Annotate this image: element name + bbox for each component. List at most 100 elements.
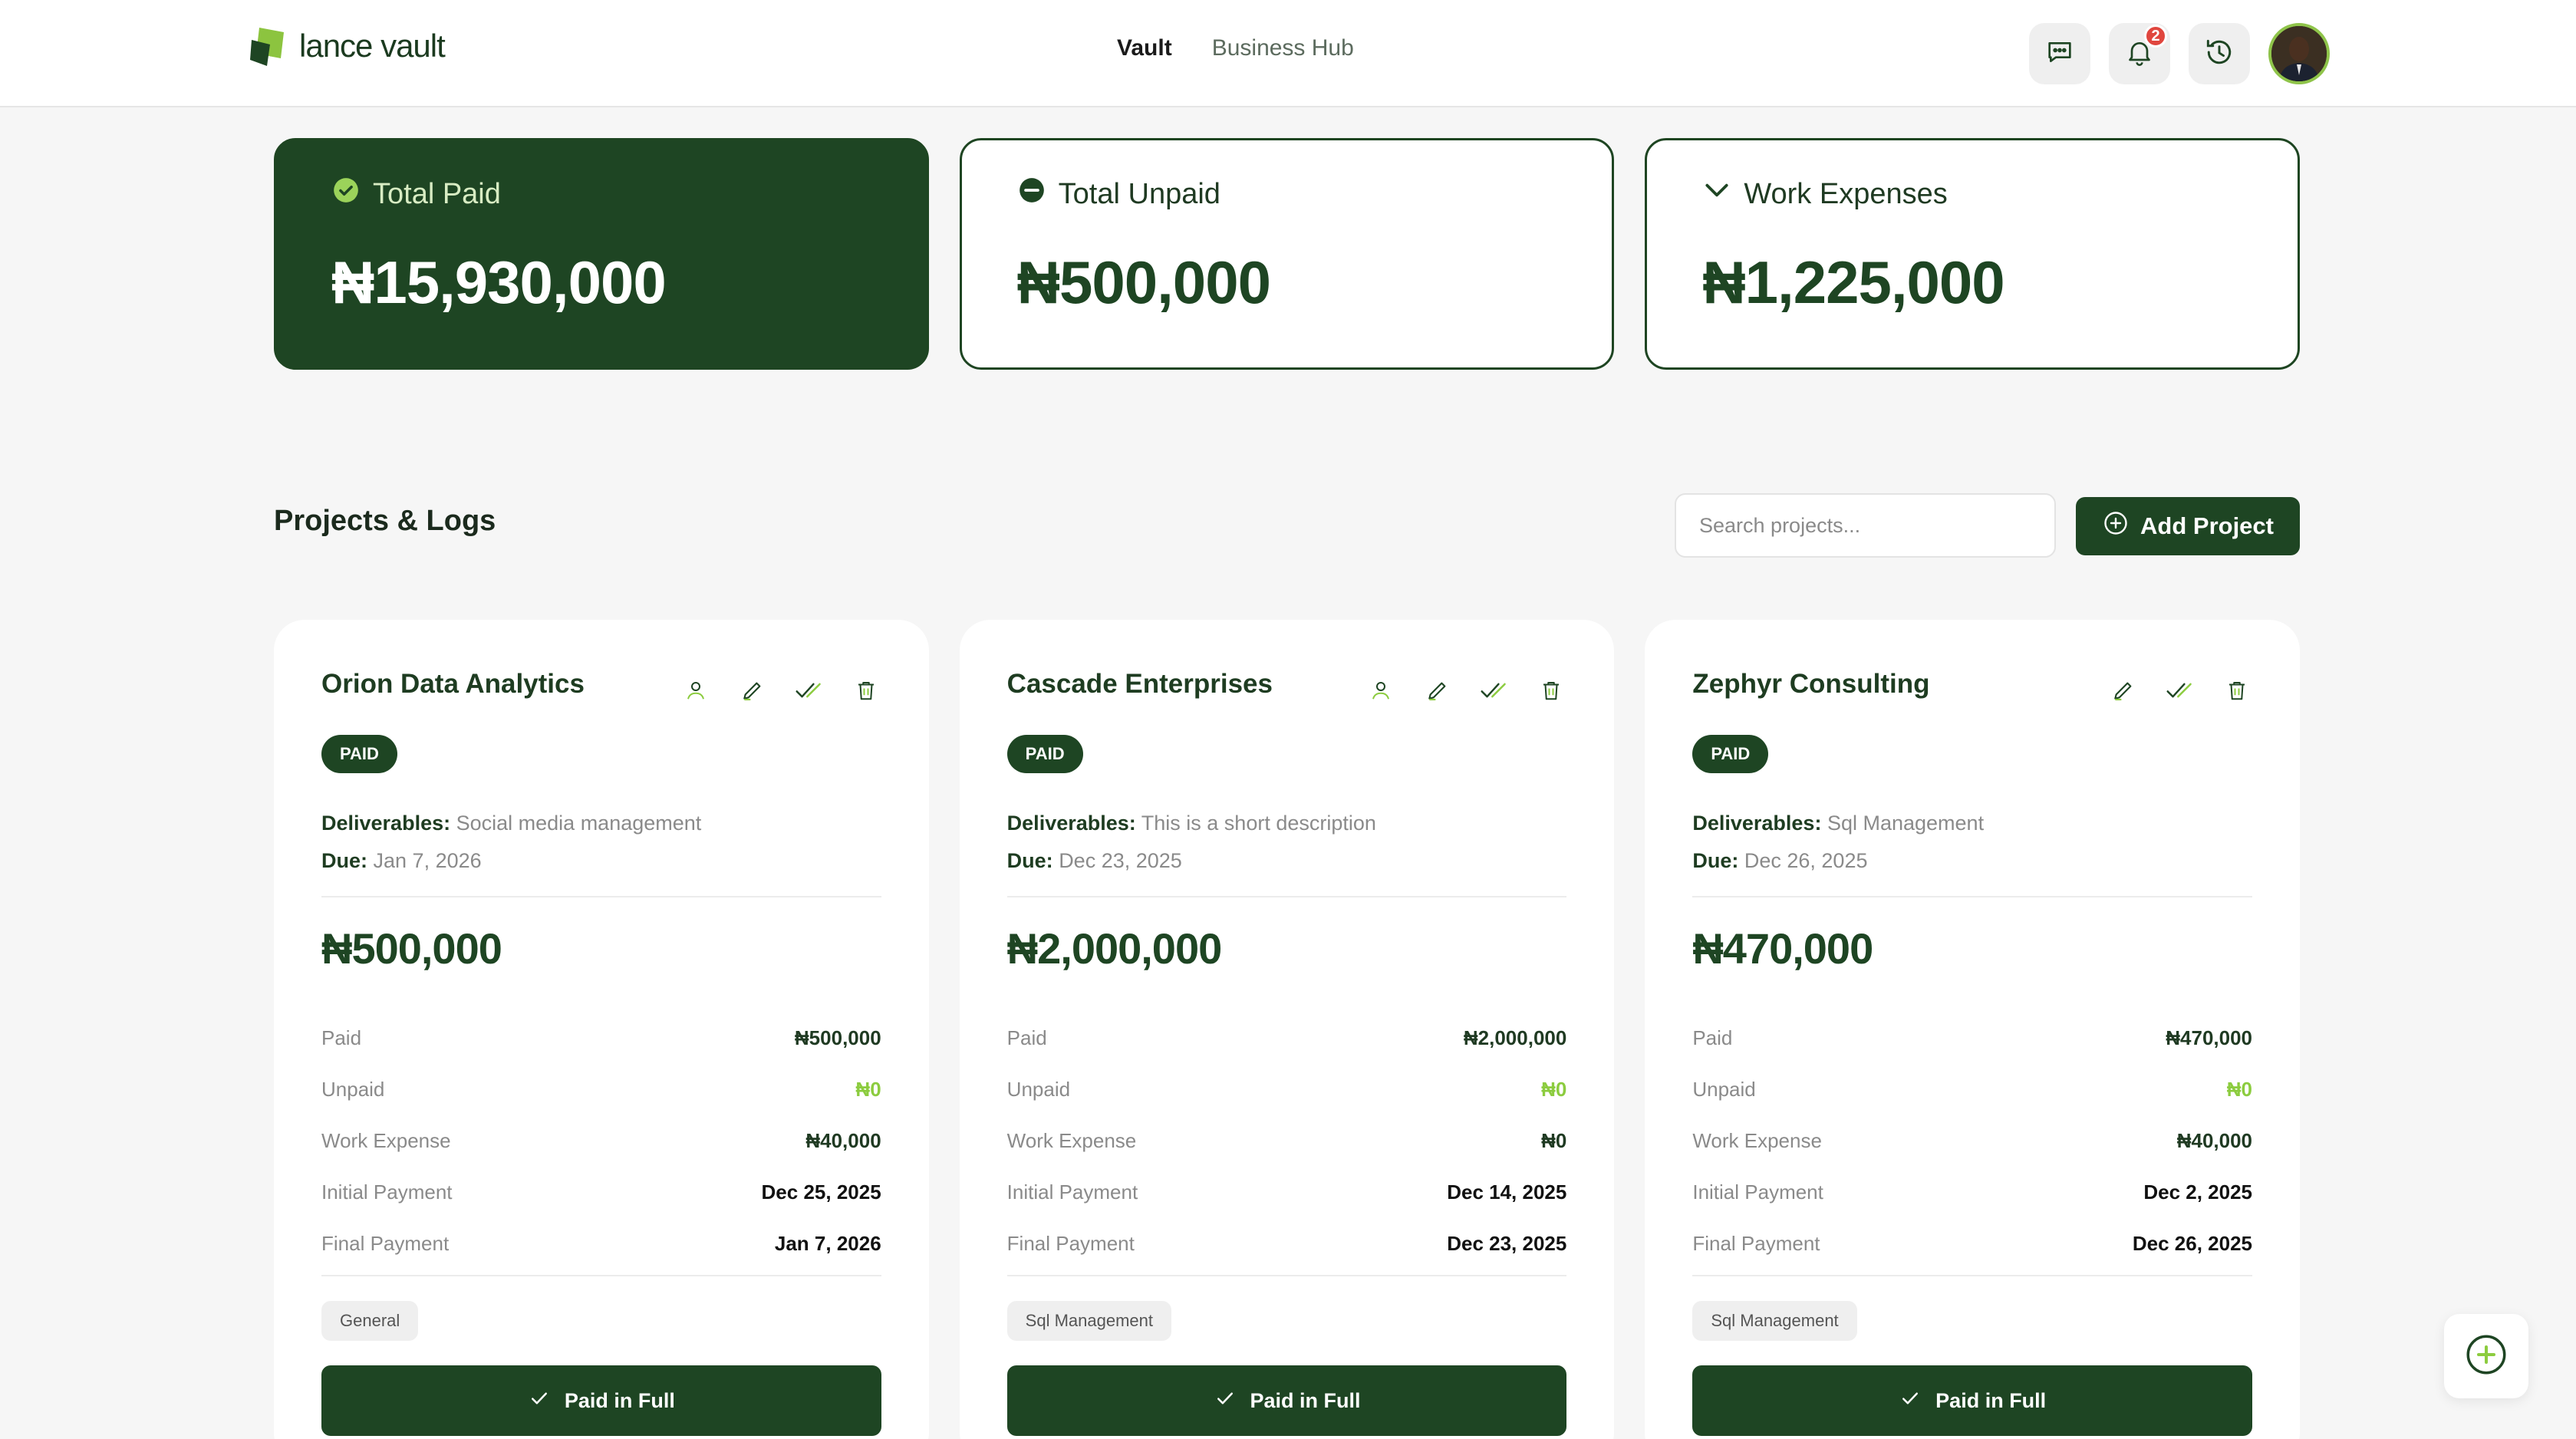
- work-expense-value: ₦0: [1541, 1129, 1567, 1152]
- unpaid-label: Unpaid: [321, 1078, 385, 1101]
- deliverables-text: Deliverables: This is a short descriptio…: [1007, 812, 1376, 835]
- project-name: Orion Data Analytics: [321, 669, 585, 699]
- final-payment-label: Final Payment: [1692, 1232, 1820, 1255]
- check-icon: [1899, 1387, 1922, 1415]
- plus-circle-icon: [2102, 509, 2130, 543]
- paid-in-full-label: Paid in Full: [1935, 1388, 2047, 1412]
- project-amount: ₦2,000,000: [1006, 924, 1223, 973]
- total-paid-label: Total Paid: [373, 177, 501, 210]
- user-avatar[interactable]: [2268, 23, 2330, 84]
- divider: [321, 1275, 881, 1276]
- client-icon[interactable]: [680, 675, 711, 706]
- messages-button[interactable]: [2029, 23, 2090, 84]
- initial-payment-value: Dec 2, 2025: [2143, 1181, 2253, 1204]
- project-actions: [680, 675, 881, 706]
- due-label: Due:: [321, 849, 367, 872]
- unpaid-value: ₦0: [2226, 1078, 2253, 1101]
- due-label: Due:: [1006, 849, 1053, 872]
- status-badge: PAID: [1692, 735, 1769, 773]
- paid-in-full-button[interactable]: Paid in Full: [1006, 1365, 1567, 1436]
- final-payment-row: Final Payment Jan 7, 2026: [321, 1218, 881, 1269]
- initial-payment-row: Initial Payment Dec 25, 2025: [321, 1167, 881, 1218]
- trash-icon[interactable]: [851, 675, 881, 706]
- minus-circle-icon: [1017, 176, 1046, 212]
- total-paid-value: ₦15,930,000: [331, 249, 667, 316]
- mark-complete-icon[interactable]: [1479, 675, 1510, 706]
- floating-add-button[interactable]: [2444, 1314, 2528, 1398]
- paid-in-full-button[interactable]: Paid in Full: [1692, 1365, 2253, 1436]
- project-card: Cascade Enterprises PAID Deliverables: T…: [959, 620, 1615, 1439]
- deliverables-value: This is a short description: [1141, 812, 1376, 835]
- add-project-button[interactable]: Add Project: [2076, 497, 2300, 555]
- work-expense-row: Work Expense ₦0: [1007, 1115, 1567, 1167]
- project-card: Orion Data Analytics PAID Deliverables: …: [274, 620, 929, 1439]
- history-button[interactable]: [2189, 23, 2250, 84]
- final-payment-row: Final Payment Dec 23, 2025: [1007, 1218, 1567, 1269]
- project-amount: ₦500,000: [321, 924, 502, 973]
- mark-complete-icon[interactable]: [794, 675, 825, 706]
- paid-label: Paid: [321, 1026, 362, 1049]
- total-unpaid-card: Total Unpaid ₦500,000: [959, 138, 1615, 370]
- chevron-down-icon: [1702, 176, 1731, 212]
- deliverables-text: Deliverables: Social media management: [321, 812, 701, 835]
- category-tag: General: [321, 1301, 419, 1341]
- total-unpaid-value: ₦500,000: [1016, 249, 1271, 316]
- due-label: Due:: [1692, 849, 1739, 872]
- trash-icon[interactable]: [1536, 675, 1566, 706]
- work-expenses-card: Work Expenses ₦1,225,000: [1645, 138, 2301, 370]
- paid-value: ₦2,000,000: [1463, 1026, 1567, 1049]
- notification-count-badge: 2: [2144, 25, 2167, 48]
- status-badge: PAID: [1006, 735, 1083, 773]
- paid-in-full-button[interactable]: Paid in Full: [321, 1365, 881, 1436]
- nav-business-hub[interactable]: Business Hub: [1212, 35, 1354, 61]
- total-paid-card: Total Paid ₦15,930,000: [274, 138, 929, 370]
- work-expense-value: ₦40,000: [805, 1129, 881, 1152]
- trash-icon[interactable]: [2222, 675, 2252, 706]
- logo[interactable]: lance vault: [249, 23, 446, 69]
- edit-icon[interactable]: [1422, 675, 1453, 706]
- summary-cards: Total Paid ₦15,930,000 Total Unpaid ₦500…: [274, 138, 2301, 370]
- project-amount: ₦470,000: [1692, 924, 1873, 973]
- edit-icon[interactable]: [2108, 675, 2139, 706]
- paid-in-full-label: Paid in Full: [564, 1388, 675, 1412]
- deliverables-label: Deliverables:: [1692, 812, 1822, 835]
- work-expense-label: Work Expense: [321, 1129, 451, 1152]
- divider: [1692, 896, 2253, 897]
- due-text: Due: Dec 26, 2025: [1692, 849, 1867, 873]
- client-icon[interactable]: [1365, 675, 1396, 706]
- unpaid-row: Unpaid ₦0: [1692, 1064, 2252, 1115]
- nav-vault[interactable]: Vault: [1117, 35, 1172, 61]
- unpaid-label: Unpaid: [1006, 1078, 1071, 1101]
- deliverables-text: Deliverables: Sql Management: [1692, 812, 1984, 835]
- due-text: Due: Jan 7, 2026: [321, 849, 482, 873]
- header-actions: 2: [2029, 23, 2330, 84]
- work-expense-label: Work Expense: [1692, 1129, 1822, 1152]
- project-name: Cascade Enterprises: [1006, 669, 1273, 699]
- edit-icon[interactable]: [737, 675, 768, 706]
- search-projects-input[interactable]: [1675, 493, 2056, 558]
- initial-payment-value: Dec 25, 2025: [761, 1181, 881, 1204]
- work-expense-value: ₦40,000: [2176, 1129, 2253, 1152]
- unpaid-value: ₦0: [1541, 1078, 1567, 1101]
- divider: [1692, 1275, 2253, 1276]
- project-cards: Orion Data Analytics PAID Deliverables: …: [274, 620, 2301, 1439]
- work-expense-row: Work Expense ₦40,000: [1692, 1115, 2252, 1167]
- divider: [321, 896, 881, 897]
- final-payment-value: Dec 23, 2025: [1447, 1232, 1567, 1255]
- initial-payment-label: Initial Payment: [1006, 1181, 1138, 1204]
- due-value: Jan 7, 2026: [373, 849, 482, 872]
- due-value: Dec 23, 2025: [1059, 849, 1182, 872]
- payment-details: Paid ₦500,000 Unpaid ₦0 Work Expense ₦40,00…: [321, 1013, 881, 1269]
- project-actions: [2108, 675, 2252, 706]
- unpaid-value: ₦0: [855, 1078, 881, 1101]
- initial-payment-value: Dec 14, 2025: [1447, 1181, 1567, 1204]
- paid-row: Paid ₦500,000: [321, 1013, 881, 1064]
- payment-details: Paid ₦2,000,000 Unpaid ₦0 Work Expense ₦0 I…: [1007, 1013, 1567, 1269]
- notifications-button[interactable]: 2: [2109, 23, 2170, 84]
- mark-complete-icon[interactable]: [2165, 675, 2196, 706]
- deliverables-value: Social media management: [456, 812, 702, 835]
- payment-details: Paid ₦470,000 Unpaid ₦0 Work Expense ₦40,00…: [1692, 1013, 2252, 1269]
- main-nav: Vault Business Hub: [1117, 35, 1354, 61]
- due-value: Dec 26, 2025: [1744, 849, 1868, 872]
- unpaid-label: Unpaid: [1692, 1078, 1756, 1101]
